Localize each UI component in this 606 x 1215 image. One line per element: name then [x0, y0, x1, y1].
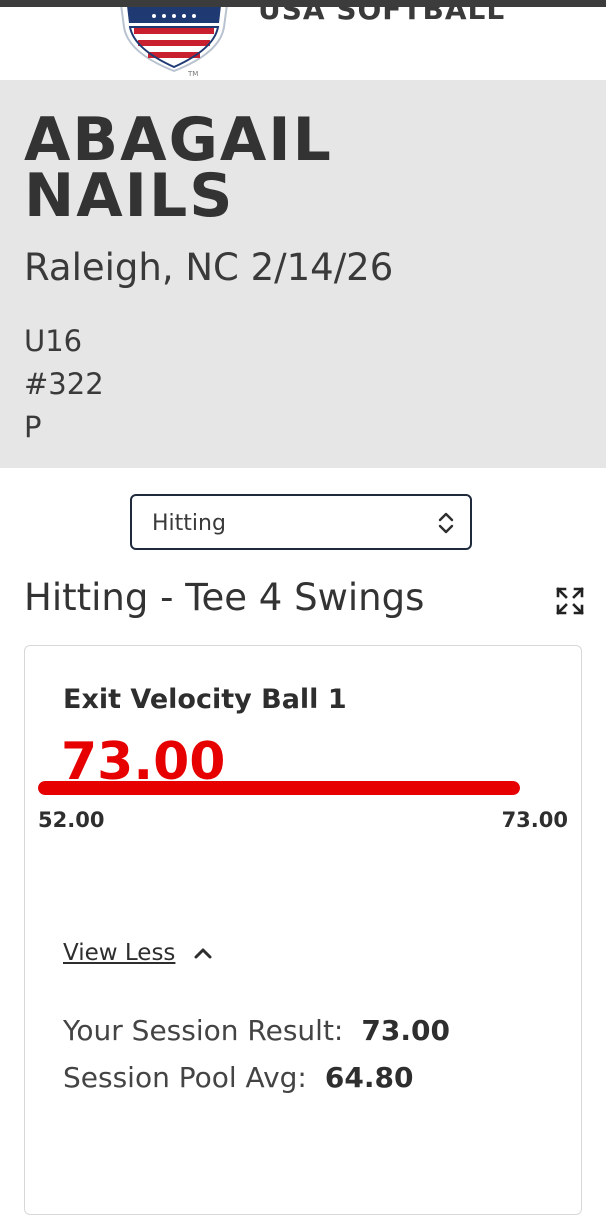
trademark-mark: TM: [187, 70, 198, 77]
view-less-link[interactable]: View Less: [63, 940, 175, 966]
event-location-date: Raleigh, NC 2/14/26: [24, 246, 394, 289]
pool-avg-value: 64.80: [324, 1061, 414, 1094]
athlete-profile-panel: ABAGAIL NAILS Raleigh, NC 2/14/26 U16 #3…: [0, 80, 606, 468]
athlete-position: P: [24, 410, 42, 444]
top-status-bar: [0, 0, 606, 7]
result-range-fill: [38, 781, 520, 795]
usa-softball-logo-icon: TM: [120, 7, 228, 77]
category-select[interactable]: Hitting: [130, 494, 472, 550]
section-title: Hitting - Tee 4 Swings: [24, 576, 425, 619]
result-range-bar: [38, 781, 520, 795]
athlete-last-name: NAILS: [24, 161, 235, 231]
chevron-up-icon[interactable]: [193, 946, 213, 960]
session-result-row: Your Session Result: 73.00: [63, 1014, 450, 1047]
chevron-up-down-icon: [438, 512, 454, 534]
expand-icon[interactable]: [555, 586, 585, 616]
range-min-label: 52.00: [38, 808, 105, 832]
metric-label: Exit Velocity Ball 1: [63, 684, 347, 715]
session-result-label: Your Session Result:: [63, 1014, 344, 1047]
category-select-value: Hitting: [152, 511, 226, 536]
metric-card: Exit Velocity Ball 1 73.00 View Less You…: [24, 645, 582, 1215]
site-header: TM USA SOFTBALL: [0, 7, 606, 80]
brand-name: USA SOFTBALL: [258, 7, 506, 26]
range-max-label: 73.00: [501, 808, 568, 832]
pool-avg-row: Session Pool Avg: 64.80: [63, 1061, 413, 1094]
pool-avg-label: Session Pool Avg:: [63, 1061, 307, 1094]
athlete-number: #322: [24, 367, 104, 401]
session-result-value: 73.00: [361, 1014, 450, 1047]
athlete-age-group: U16: [24, 324, 83, 358]
